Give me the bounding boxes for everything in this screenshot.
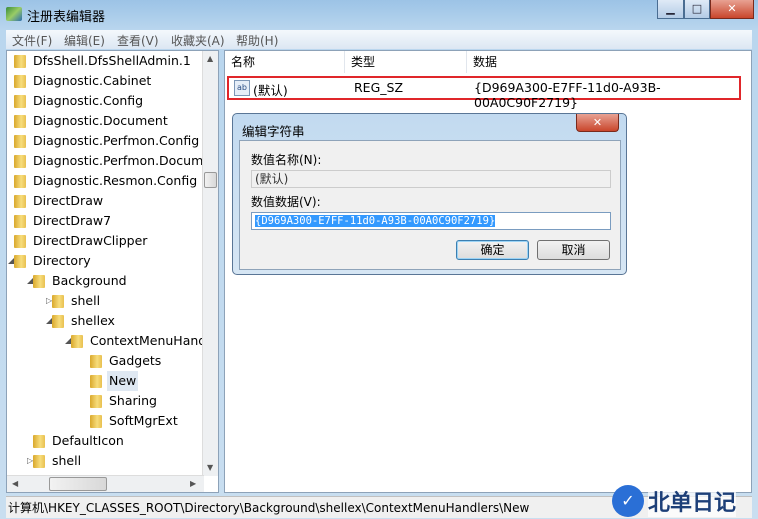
menu-bar: 文件(F) 编辑(E) 查看(V) 收藏夹(A) 帮助(H) [6, 30, 752, 49]
tree-item-label: Diagnostic.Document [33, 113, 168, 128]
menu-file[interactable]: 文件(F) [12, 32, 52, 49]
tree-item-label: shellex [71, 313, 115, 328]
folder-icon [14, 195, 26, 208]
dialog-title: 编辑字符串 [242, 124, 305, 139]
value-name-label: 数值名称(N): [251, 153, 322, 167]
column-header-name[interactable]: 名称 [225, 51, 345, 73]
folder-icon [33, 435, 45, 448]
tree-horizontal-scrollbar[interactable]: ◀ ▶ [7, 475, 204, 492]
tree-item-label: shell [52, 453, 82, 468]
scroll-up-arrow-icon[interactable]: ▲ [207, 54, 213, 63]
value-name-field: (默认) [251, 170, 611, 188]
folder-icon [14, 235, 26, 248]
dialog-body: 数值名称(N): (默认) 数值数据(V): {D969A300-E7FF-11… [239, 140, 621, 270]
watermark-text: 北单日记 [648, 485, 737, 517]
ok-button[interactable]: 确定 [456, 240, 529, 260]
watermark: ✓ 北单日记 [612, 484, 737, 518]
tree-item-label: DirectDrawClipper [33, 233, 148, 248]
tree-item-label: Diagnostic.Perfmon.Config [33, 133, 200, 148]
menu-favorites[interactable]: 收藏夹(A) [171, 32, 225, 49]
folder-icon [90, 395, 102, 408]
folder-icon [14, 155, 26, 168]
tree-item-label: DfsShell.DfsShellAdmin.1 [33, 53, 191, 68]
cancel-button[interactable]: 取消 [537, 240, 610, 260]
scroll-down-arrow-icon[interactable]: ▼ [207, 463, 213, 472]
scroll-left-arrow-icon[interactable]: ◀ [12, 479, 18, 488]
menu-view[interactable]: 查看(V) [117, 32, 159, 49]
horizontal-scroll-thumb[interactable] [49, 477, 107, 491]
tree-item-label: Directory [33, 253, 91, 268]
value-data-input[interactable]: {D969A300-E7FF-11d0-A93B-00A0C90F2719} [251, 212, 611, 230]
folder-icon [14, 255, 26, 268]
value-name: (默认) [253, 83, 288, 98]
tree-item-label: Gadgets [109, 353, 162, 368]
folder-icon [14, 55, 26, 68]
edit-string-dialog: 编辑字符串 ✕ 数值名称(N): (默认) 数值数据(V): {D969A300… [232, 113, 627, 275]
folder-icon [52, 295, 64, 308]
folder-icon [14, 215, 26, 228]
tree-item-label: Diagnostic.Perfmon.Document [33, 153, 219, 168]
folder-icon [71, 335, 83, 348]
regedit-app-icon [6, 7, 22, 21]
tree-item-label: Sharing [109, 393, 157, 408]
close-button[interactable]: ✕ [710, 0, 754, 19]
tree-item-label: SoftMgrExt [109, 413, 178, 428]
value-data-label: 数值数据(V): [251, 195, 321, 209]
registry-tree: DfsShell.DfsShellAdmin.1 Diagnostic.Cabin… [6, 50, 219, 493]
folder-icon [14, 175, 26, 188]
tree-item-label: Diagnostic.Config [33, 93, 144, 108]
vertical-scroll-thumb[interactable] [204, 172, 217, 188]
tree-item-label: DirectDraw [33, 193, 104, 208]
registry-editor-window: 注册表编辑器 ▁ □ ✕ 文件(F) 编辑(E) 查看(V) 收藏夹(A) 帮助… [0, 0, 758, 519]
dialog-close-button[interactable]: ✕ [576, 114, 619, 132]
tree-vertical-scrollbar[interactable]: ▲ ▼ [202, 51, 218, 476]
folder-icon [33, 455, 45, 468]
title-bar: 注册表编辑器 ▁ □ ✕ [0, 0, 758, 28]
value-data: {D969A300-E7FF-11d0-A93B-00A0C90F2719} [474, 80, 661, 110]
window-title: 注册表编辑器 [27, 10, 106, 25]
value-row-default[interactable]: ab (默认) REG_SZ {D969A300-E7FF-11d0-A93B-… [227, 76, 741, 110]
folder-icon [14, 95, 26, 108]
menu-edit[interactable]: 编辑(E) [64, 32, 105, 49]
column-header-type[interactable]: 类型 [345, 51, 467, 73]
ab-string-icon: ab [234, 80, 250, 96]
folder-icon [14, 115, 26, 128]
tree-item-label: DirectDraw7 [33, 213, 112, 228]
tree-item-label: Background [52, 273, 127, 288]
value-type: REG_SZ [354, 80, 404, 95]
folder-icon [33, 275, 45, 288]
folder-icon [90, 355, 102, 368]
tree-item-label: New [107, 371, 139, 391]
watermark-logo-icon: ✓ [612, 485, 644, 517]
tree-item-label: DefaultIcon [52, 433, 124, 448]
minimize-button[interactable]: ▁ [657, 0, 684, 19]
tree-item-label: Diagnostic.Cabinet [33, 73, 152, 88]
tree-item-label: Diagnostic.Resmon.Config [33, 173, 198, 188]
folder-icon [90, 375, 102, 388]
value-data-selected-text: {D969A300-E7FF-11d0-A93B-00A0C90F2719} [255, 215, 496, 227]
column-header-data[interactable]: 数据 [467, 51, 753, 73]
scroll-right-arrow-icon[interactable]: ▶ [190, 479, 196, 488]
tree-item-label: ContextMenuHandlers [90, 333, 219, 348]
folder-icon [90, 415, 102, 428]
tree-item-label: shell [71, 293, 101, 308]
folder-icon [14, 75, 26, 88]
folder-icon [14, 135, 26, 148]
menu-help[interactable]: 帮助(H) [236, 32, 278, 49]
folder-icon [52, 315, 64, 328]
maximize-button[interactable]: □ [684, 0, 710, 19]
